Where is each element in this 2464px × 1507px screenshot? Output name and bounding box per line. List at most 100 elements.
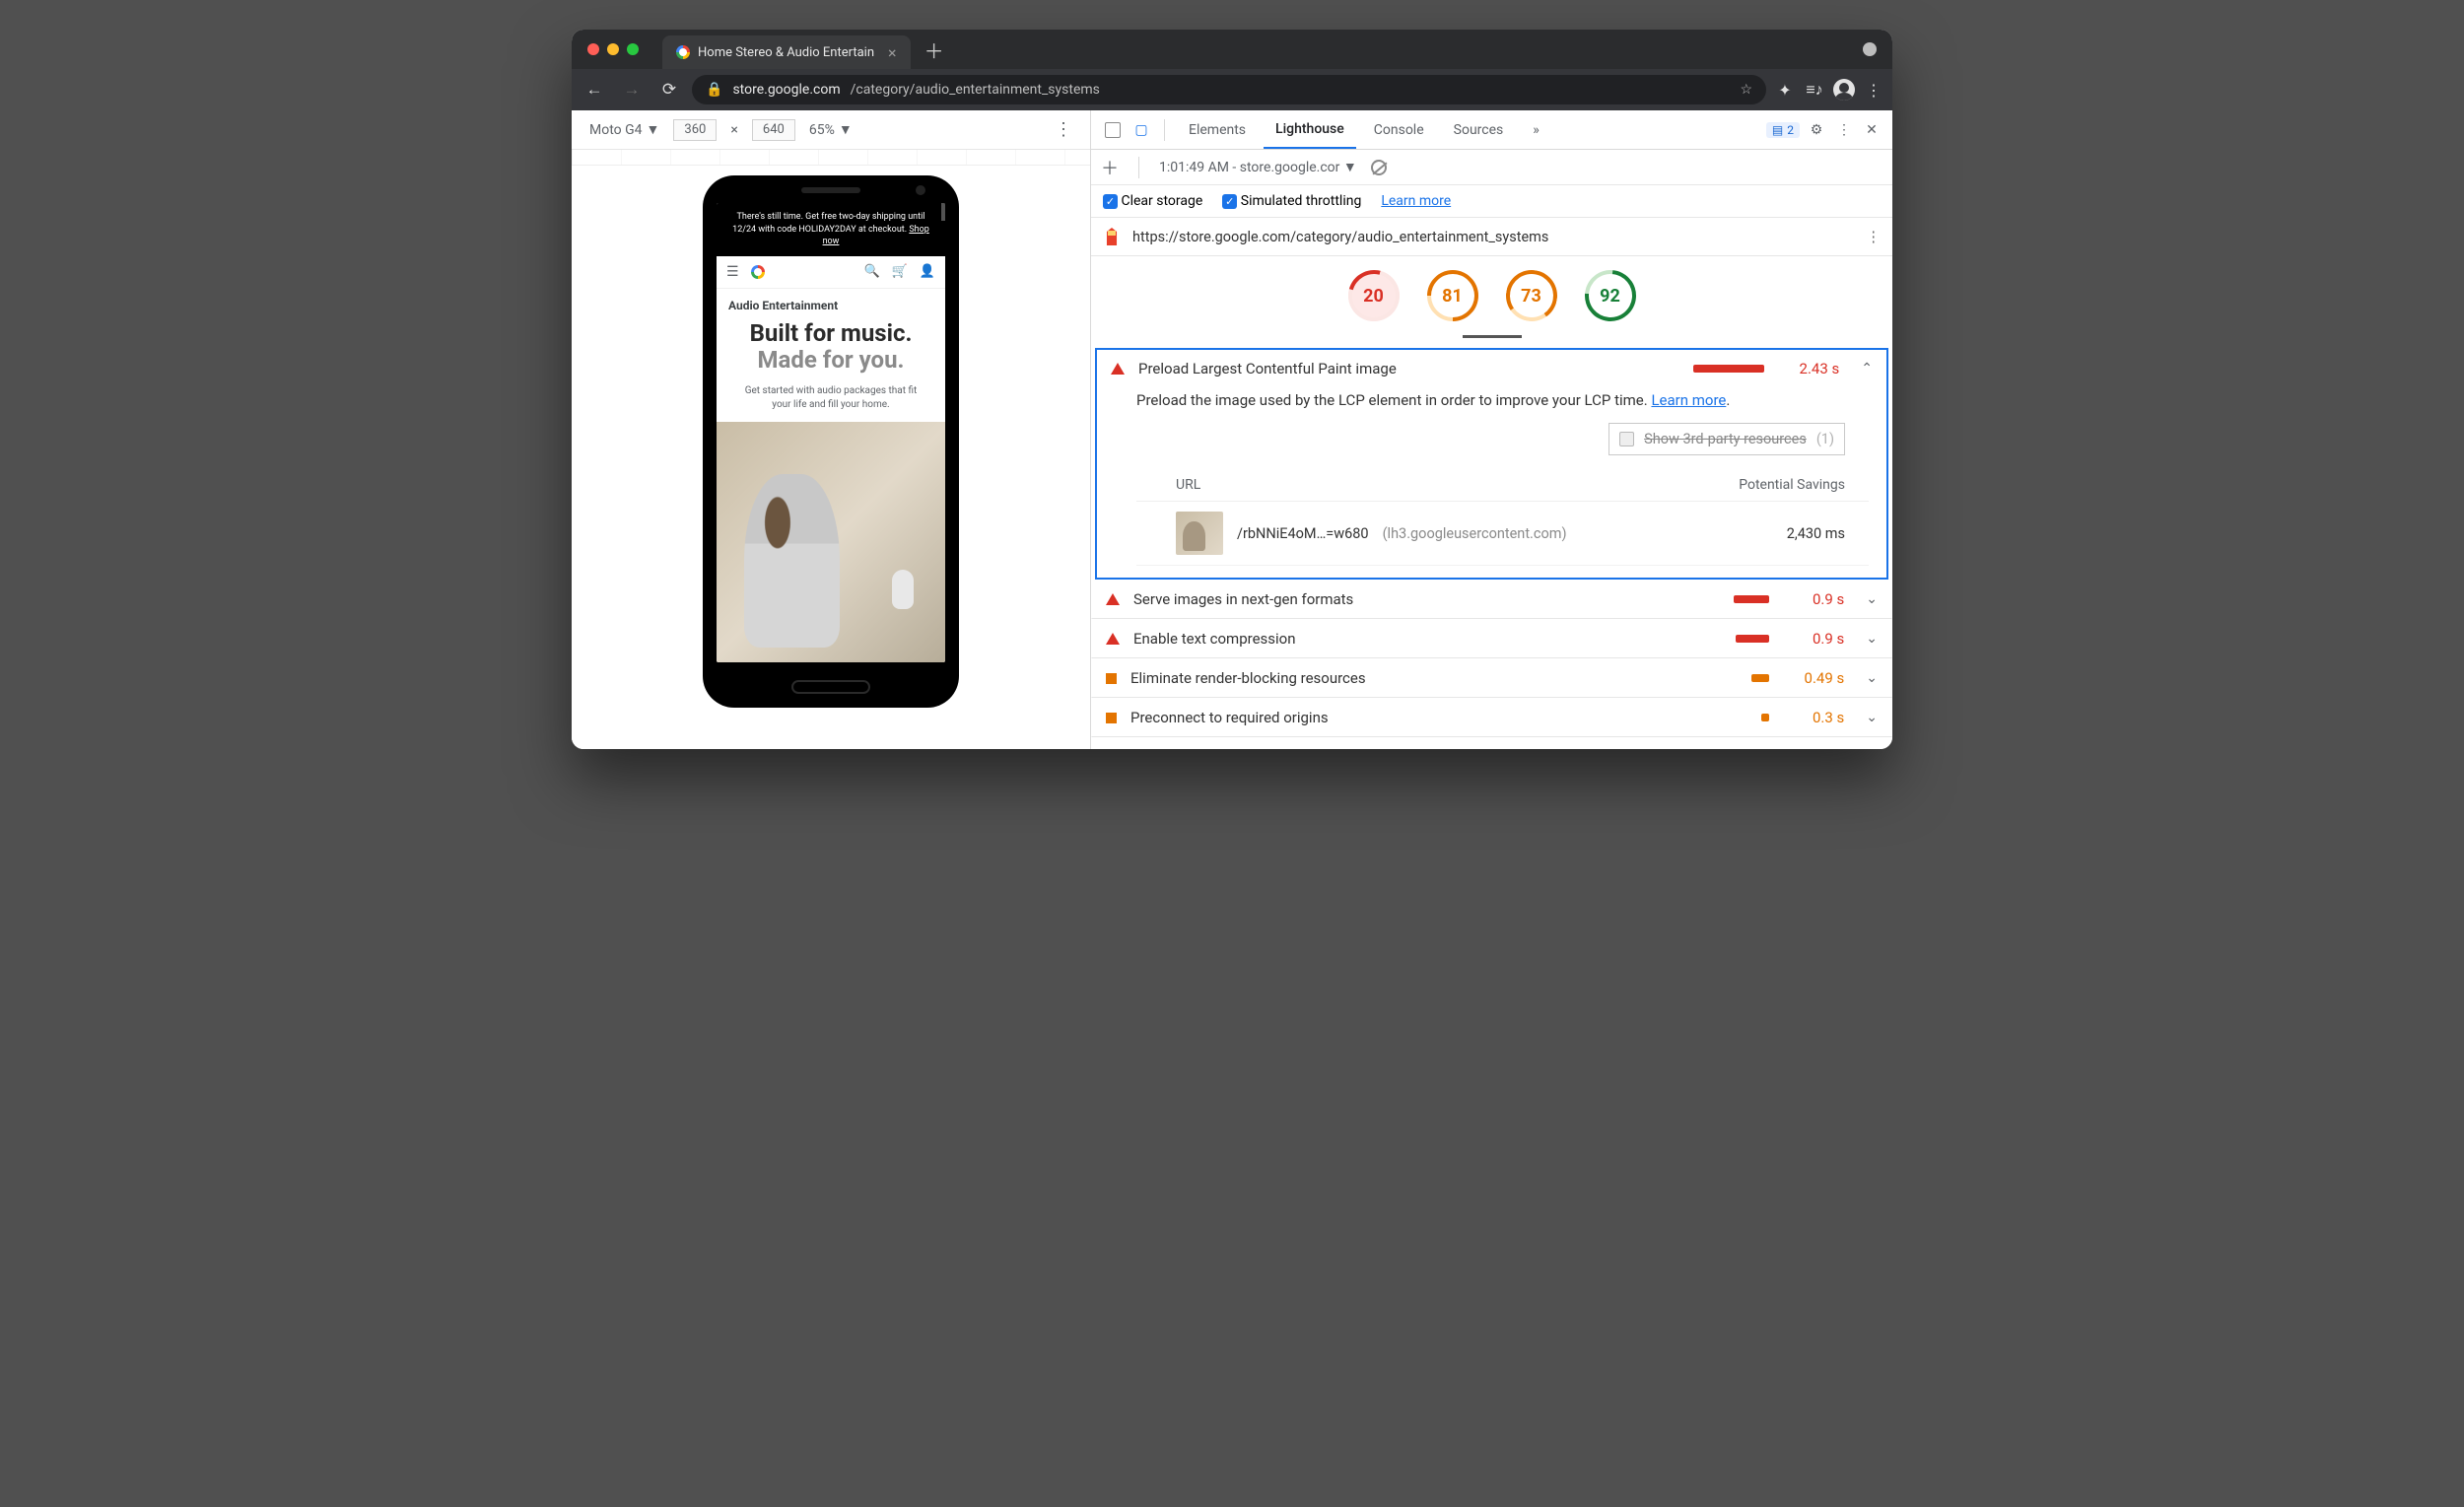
forward-button[interactable]: → xyxy=(617,80,647,100)
audit-head[interactable]: Serve images in next-gen formats 0.9 s ⌄ xyxy=(1092,581,1891,618)
audit-title: Serve images in next-gen formats xyxy=(1133,590,1353,608)
issues-badge[interactable]: ▤ 2 xyxy=(1766,122,1800,138)
resource-thumbnail xyxy=(1176,512,1223,555)
audit-row: Enable text compression 0.9 s ⌄ xyxy=(1091,619,1892,658)
gauge-best-practices[interactable]: 73 xyxy=(1506,270,1557,321)
close-tab-icon[interactable]: × xyxy=(888,43,897,62)
audit-row: Preconnect to required origins 0.3 s ⌄ xyxy=(1091,698,1892,737)
chevron-up-icon: ⌃ xyxy=(1861,361,1873,377)
resource-url[interactable]: /rbNNiE4oM…=w680 xyxy=(1237,525,1369,542)
back-button[interactable]: ← xyxy=(580,80,609,100)
report-select[interactable]: 1:01:49 AM - store.google.cor ▼ xyxy=(1159,159,1357,175)
browser-menu-icon[interactable]: ⋮ xyxy=(1863,81,1884,100)
config-learn-more-link[interactable]: Learn more xyxy=(1381,193,1451,209)
clear-icon[interactable] xyxy=(1371,160,1387,175)
tab-lighthouse[interactable]: Lighthouse xyxy=(1264,110,1356,149)
audit-row: Eliminate render-blocking resources 0.49… xyxy=(1091,658,1892,698)
audit-learn-more-link[interactable]: Learn more xyxy=(1651,391,1726,409)
minimize-window[interactable] xyxy=(607,43,619,55)
severity-red-icon xyxy=(1106,633,1120,645)
browser-tab[interactable]: Home Stereo & Audio Entertain × xyxy=(662,35,911,69)
viewport-height-input[interactable] xyxy=(752,119,795,141)
chevron-down-icon: ⌄ xyxy=(1866,670,1878,686)
savings-bar xyxy=(1761,714,1769,721)
gauge-seo[interactable]: 92 xyxy=(1585,270,1636,321)
audit-body: Preload the image used by the LCP elemen… xyxy=(1097,387,1886,578)
promo-banner: There's still time. Get free two-day shi… xyxy=(717,203,945,256)
gauges: 20 81 73 92 xyxy=(1091,256,1892,329)
tested-url: https://store.google.com/category/audio_… xyxy=(1132,229,1548,245)
settings-icon[interactable]: ⚙ xyxy=(1806,122,1827,138)
audit-value: 0.3 s xyxy=(1795,709,1844,726)
audit-title: Enable text compression xyxy=(1133,630,1296,648)
hamburger-icon[interactable]: ☰ xyxy=(726,264,739,280)
lighthouse-subbar: ＋ 1:01:49 AM - store.google.cor ▼ xyxy=(1091,150,1892,185)
severity-red-icon xyxy=(1106,593,1120,605)
zoom-select[interactable]: 65% ▼ xyxy=(809,121,853,138)
device-toolbar: Moto G4 ▼ × 65% ▼ ⋮ xyxy=(572,110,1090,150)
scrollbar[interactable] xyxy=(941,203,945,221)
device-screen[interactable]: There's still time. Get free two-day shi… xyxy=(717,203,945,662)
device-menu-icon[interactable]: ⋮ xyxy=(1055,119,1072,140)
cart-icon[interactable]: 🛒 xyxy=(892,264,908,279)
device-toggle-icon[interactable]: ▢ xyxy=(1130,122,1152,138)
audit-title: Preconnect to required origins xyxy=(1130,709,1329,726)
chevron-down-icon: ⌄ xyxy=(1866,631,1878,647)
audit-title: Preload Largest Contentful Paint image xyxy=(1138,360,1397,377)
resource-domain: (lh3.googleusercontent.com) xyxy=(1383,525,1567,542)
new-report-button[interactable]: ＋ xyxy=(1101,155,1119,180)
report-menu-icon[interactable]: ⋮ xyxy=(1867,229,1882,245)
new-tab-button[interactable]: ＋ xyxy=(924,35,944,64)
tab-sources[interactable]: Sources xyxy=(1442,110,1516,149)
reload-button[interactable]: ⟳ xyxy=(654,80,684,100)
table-header: URLPotential Savings xyxy=(1136,469,1869,502)
close-devtools-icon[interactable]: ✕ xyxy=(1861,122,1882,138)
url-path: /category/audio_entertainment_systems xyxy=(851,82,1100,98)
bookmark-icon[interactable]: ☆ xyxy=(1740,82,1752,98)
severity-red-icon xyxy=(1111,363,1125,375)
close-window[interactable] xyxy=(587,43,599,55)
inspect-icon[interactable] xyxy=(1105,122,1121,138)
profile-icon[interactable] xyxy=(1833,79,1855,101)
guest-icon[interactable] xyxy=(1863,42,1877,56)
maximize-window[interactable] xyxy=(627,43,639,55)
tab-console[interactable]: Console xyxy=(1362,110,1436,149)
titlebar: Home Stereo & Audio Entertain × ＋ xyxy=(572,30,1892,69)
audit-head[interactable]: Preload Largest Contentful Paint image 2… xyxy=(1097,350,1886,387)
phone-camera-icon xyxy=(916,185,925,195)
search-icon[interactable]: 🔍 xyxy=(863,264,879,279)
audit-head[interactable]: Preconnect to required origins 0.3 s ⌄ xyxy=(1092,699,1891,736)
viewport-width-input[interactable] xyxy=(673,119,717,141)
hero-subtitle: Get started with audio packages that fit… xyxy=(717,378,945,418)
reading-list-icon[interactable]: ≡♪ xyxy=(1804,80,1825,100)
stage: There's still time. Get free two-day shi… xyxy=(572,166,1090,749)
omnibox[interactable]: 🔒 store.google.com/category/audio_entert… xyxy=(692,75,1766,104)
account-icon[interactable]: 👤 xyxy=(920,264,935,279)
checkbox-icon xyxy=(1619,432,1634,446)
extensions-icon[interactable]: ✦ xyxy=(1774,81,1796,100)
audit-value: 0.49 s xyxy=(1795,669,1844,687)
devtools-menu-icon[interactable]: ⋮ xyxy=(1833,122,1855,138)
phone-speaker-icon xyxy=(801,187,860,193)
savings-bar xyxy=(1751,674,1769,682)
clear-storage-checkbox[interactable]: ✓ Clear storage xyxy=(1103,193,1202,209)
savings-bar xyxy=(1734,595,1769,603)
table-row: /rbNNiE4oM…=w680 (lh3.googleusercontent.… xyxy=(1136,502,1869,566)
ruler xyxy=(572,150,1090,166)
audit-head[interactable]: Enable text compression 0.9 s ⌄ xyxy=(1092,620,1891,657)
gauge-performance[interactable]: 20 xyxy=(1348,270,1400,321)
tab-more[interactable]: » xyxy=(1521,110,1551,149)
audit-head[interactable]: Eliminate render-blocking resources 0.49… xyxy=(1092,659,1891,697)
gauge-accessibility[interactable]: 81 xyxy=(1427,270,1478,321)
throttling-checkbox[interactable]: ✓ Simulated throttling xyxy=(1222,193,1361,209)
audit-row: Serve images in next-gen formats 0.9 s ⌄ xyxy=(1091,580,1892,619)
resource-saving: 2,430 ms xyxy=(1787,525,1845,542)
audit-value: 0.9 s xyxy=(1795,590,1844,608)
google-logo-icon[interactable] xyxy=(751,265,765,279)
tab-title: Home Stereo & Audio Entertain xyxy=(698,45,874,60)
store-header: ☰ 🔍 🛒 👤 xyxy=(717,256,945,289)
severity-orange-icon xyxy=(1106,713,1117,723)
tab-elements[interactable]: Elements xyxy=(1177,110,1258,149)
device-select[interactable]: Moto G4 ▼ xyxy=(589,121,659,138)
third-party-toggle[interactable]: Show 3rd-party resources (1) xyxy=(1608,423,1845,455)
